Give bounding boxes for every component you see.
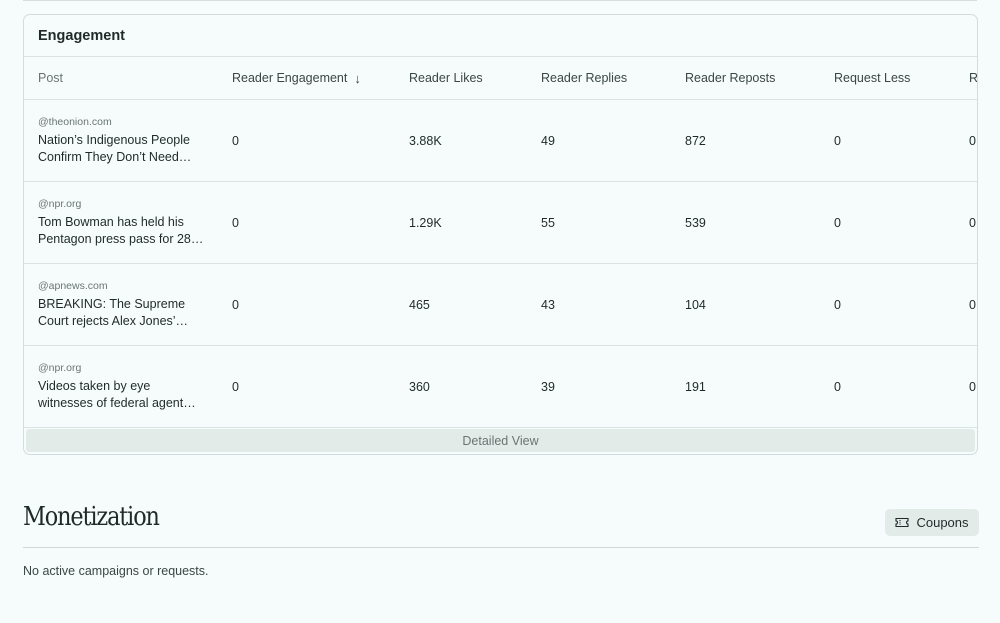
column-header-reader-replies[interactable]: Reader Replies [541,57,627,99]
reader-likes-value: 465 [409,297,430,312]
post-text: Videos taken by eye witnesses of federal… [38,378,196,410]
reader-reposts-value: 191 [685,379,706,394]
post-cell: @apnews.com BREAKING: The Supreme Court … [38,264,208,345]
engagement-table: Post Reader Engagement ↓ Reader Likes Rea… [24,57,977,428]
post-cell: @npr.org Videos taken by eye witnesses o… [38,346,208,427]
post-text: Nation’s Indigenous People Confirm They … [38,132,192,164]
table-row[interactable]: @npr.org Videos taken by eye witnesses o… [24,346,977,428]
post-source: @npr.org [38,361,82,374]
reader-likes-value: 3.88K [409,133,442,148]
request-less-value: 0 [834,379,841,394]
post-text: Tom Bowman has held his Pentagon press p… [38,214,204,246]
truncated-column-value: 0 [969,297,976,312]
monetization-divider [23,547,979,548]
ticket-icon [895,517,910,528]
monetization-empty-state: No active campaigns or requests. [23,564,209,578]
reader-reposts-value: 539 [685,215,706,230]
monetization-title: Monetization [23,502,160,532]
reader-engagement-value: 0 [232,297,239,312]
post-source: @apnews.com [38,279,108,292]
table-row[interactable]: @npr.org Tom Bowman has held his Pentago… [24,182,977,264]
column-header-post[interactable]: Post [38,57,63,99]
post-source: @theonion.com [38,115,112,128]
reader-replies-value: 55 [541,215,555,230]
reader-engagement-value: 0 [232,133,239,148]
column-header-reader-reposts[interactable]: Reader Reposts [685,57,775,99]
engagement-title: Engagement [24,15,977,57]
post-source: @npr.org [38,197,82,210]
request-less-value: 0 [834,215,841,230]
post-cell: @theonion.com Nation’s Indigenous People… [38,100,208,181]
reader-likes-value: 360 [409,379,430,394]
truncated-column-value: 0 [969,379,976,394]
table-row[interactable]: @theonion.com Nation’s Indigenous People… [24,100,977,182]
reader-reposts-value: 104 [685,297,706,312]
request-less-value: 0 [834,133,841,148]
post-text: BREAKING: The Supreme Court rejects Alex… [38,296,189,328]
column-header-reader-engagement[interactable]: Reader Engagement ↓ [232,57,361,99]
truncated-column-value: 0 [969,215,976,230]
column-header-request-less[interactable]: Request Less [834,57,910,99]
column-header-reader-likes[interactable]: Reader Likes [409,57,483,99]
reader-reposts-value: 872 [685,133,706,148]
coupons-label: Coupons [916,515,969,530]
coupons-button[interactable]: Coupons [885,509,979,536]
arrow-down-icon: ↓ [354,70,361,86]
engagement-card: Engagement Post Reader Engagement ↓ Reade… [23,14,978,455]
reader-replies-value: 43 [541,297,555,312]
top-divider [23,0,977,1]
reader-engagement-value: 0 [232,379,239,394]
table-row[interactable]: @apnews.com BREAKING: The Supreme Court … [24,264,977,346]
table-header-row: Post Reader Engagement ↓ Reader Likes Rea… [24,57,977,100]
truncated-column-value: 0 [969,133,976,148]
post-cell: @npr.org Tom Bowman has held his Pentago… [38,182,208,263]
reader-engagement-value: 0 [232,215,239,230]
reader-replies-value: 39 [541,379,555,394]
reader-likes-value: 1.29K [409,215,442,230]
request-less-value: 0 [834,297,841,312]
reader-replies-value: 49 [541,133,555,148]
column-header-truncated[interactable]: R [969,57,977,99]
detailed-view-button[interactable]: Detailed View [26,429,975,452]
